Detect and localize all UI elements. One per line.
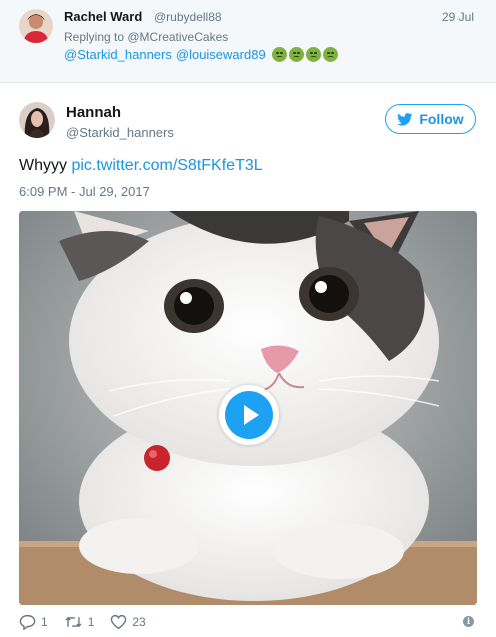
mention-link[interactable]: @louiseward89 [176, 47, 266, 62]
info-icon[interactable]: i [463, 616, 474, 627]
reply-icon [19, 614, 36, 630]
reply-tweet: Rachel Ward @rubydell88 29 Jul Replying … [0, 0, 496, 83]
sick-face-emoji [271, 47, 287, 62]
like-count: 23 [132, 615, 146, 629]
reply-author-handle[interactable]: @rubydell88 [154, 10, 222, 24]
like-action[interactable]: 23 [110, 614, 146, 630]
reply-action[interactable]: 1 [19, 614, 48, 630]
reply-avatar[interactable] [19, 9, 53, 43]
tweet-text: Whyyy pic.twitter.com/S8tFKfeT3L [19, 157, 263, 175]
sick-face-emoji [288, 47, 304, 62]
tweet-video[interactable] [19, 211, 477, 605]
sick-face-emoji [305, 47, 321, 62]
reply-date[interactable]: 29 Jul [442, 10, 474, 24]
author-name[interactable]: Hannah [66, 104, 121, 121]
retweet-icon [65, 616, 82, 628]
heart-icon [111, 614, 127, 630]
twitter-bird-icon [397, 112, 413, 126]
tweet-media-link[interactable]: pic.twitter.com/S8tFKfeT3L [71, 157, 262, 174]
tweet-body: Whyyy [19, 157, 67, 174]
reply-count: 1 [41, 615, 48, 629]
reply-text: @Starkid_hanners @louiseward89 [64, 47, 338, 62]
play-button[interactable] [219, 385, 279, 445]
tweet-actions: 1 1 23 [19, 612, 162, 632]
sick-face-emoji [322, 47, 338, 62]
retweet-count: 1 [87, 615, 95, 629]
follow-label: Follow [419, 111, 464, 127]
author-handle[interactable]: @Starkid_hanners [66, 125, 174, 140]
reply-context[interactable]: Replying to @MCreativeCakes [64, 30, 228, 44]
tweet-timestamp[interactable]: 6:09 PM - Jul 29, 2017 [19, 184, 150, 199]
follow-button[interactable]: Follow [385, 104, 476, 134]
play-icon [225, 391, 273, 439]
retweet-action[interactable]: 1 [64, 614, 95, 630]
author-avatar[interactable] [19, 102, 55, 138]
reply-author-name[interactable]: Rachel Ward [64, 9, 142, 24]
mention-link[interactable]: @Starkid_hanners [64, 47, 172, 62]
